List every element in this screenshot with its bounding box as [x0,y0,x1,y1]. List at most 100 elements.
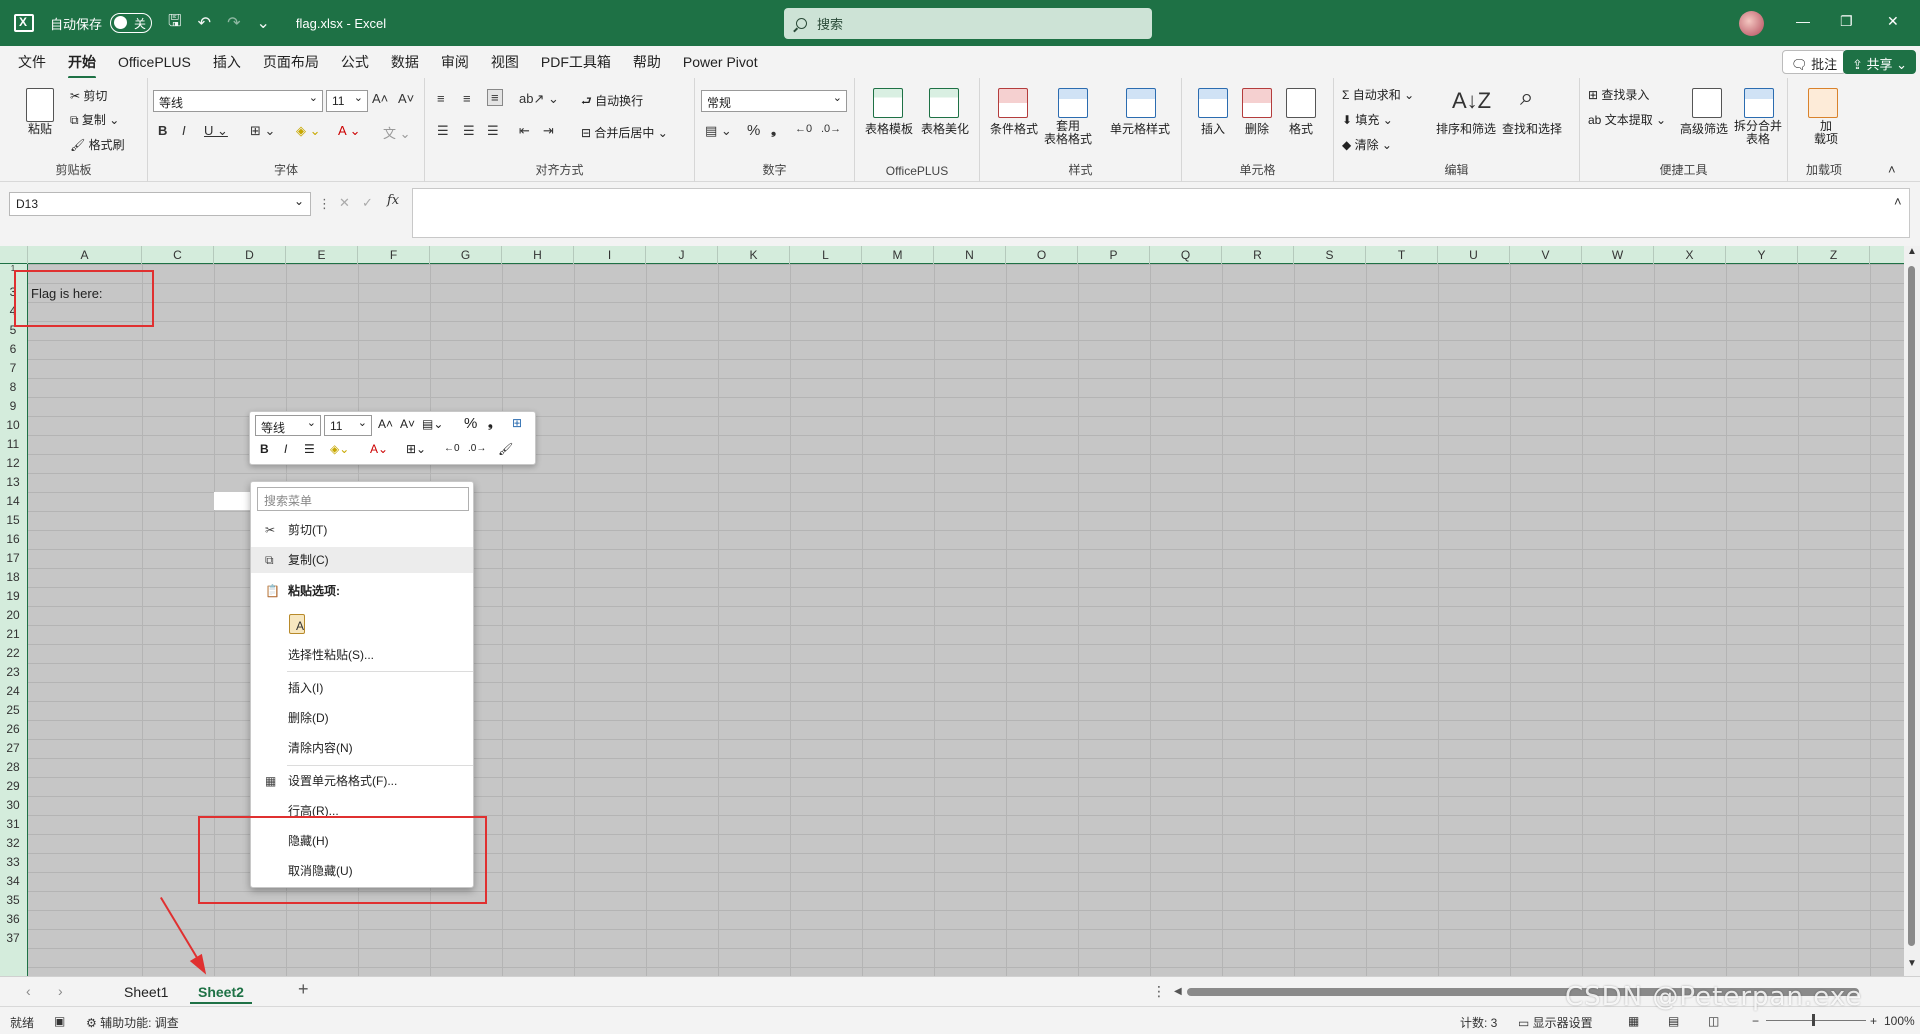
page-layout-view-icon[interactable]: ▤ [1668,1014,1679,1028]
mini-comma-icon[interactable]: ❟ [488,416,493,431]
fill-color-icon[interactable]: ◈ ⌄ [296,123,321,139]
minimize-icon[interactable]: — [1796,13,1810,29]
column-header[interactable]: C [142,246,214,264]
vertical-scroll-thumb[interactable] [1908,266,1915,946]
redo-icon[interactable]: ↷ [227,13,240,33]
row-header[interactable]: 13 [0,473,26,492]
mini-increase-decimal-icon[interactable]: ←0 [444,443,460,454]
sheet-tab-sheet1[interactable]: Sheet1 [116,982,176,1002]
column-header[interactable]: M [862,246,934,264]
active-cell[interactable] [214,492,252,510]
font-name-combo[interactable]: 等线 [153,90,323,112]
decrease-font-icon[interactable]: A˅ [398,91,414,106]
column-header[interactable]: D [214,246,286,264]
row-header[interactable]: 20 [0,606,26,625]
split-handle-icon[interactable]: ⋮ [1152,983,1166,1000]
row-header[interactable]: 15 [0,511,26,530]
table-format-button[interactable]: 套用 表格格式 [1044,120,1092,146]
row-header[interactable]: 29 [0,777,26,796]
row-header[interactable]: 16 [0,530,26,549]
undo-icon[interactable]: ↶ [198,13,211,33]
zoom-level[interactable]: 100% [1884,1014,1915,1028]
column-header[interactable]: W [1582,246,1654,264]
row-header[interactable]: 21 [0,625,26,644]
tab-power-pivot[interactable]: Power Pivot [683,54,758,70]
column-header[interactable]: S [1294,246,1366,264]
align-top-icon[interactable]: ≡ [437,91,445,106]
row-header[interactable]: 30 [0,796,26,815]
save-icon[interactable]: 🖫 [168,10,182,37]
row-header[interactable]: 12 [0,454,26,473]
zoom-slider-thumb[interactable] [1812,1014,1815,1026]
scroll-down-icon[interactable]: ▼ [1907,958,1917,969]
row-header[interactable]: 36 [0,910,26,929]
comma-icon[interactable]: ❟ [771,122,776,138]
mini-font-color-icon[interactable]: A⌄ [370,442,388,456]
delete-cells-button[interactable]: 删除 [1245,120,1269,137]
italic-icon[interactable]: I [182,123,186,138]
format-painter-button[interactable]: 🖌 格式刷 [70,136,125,153]
menu-item-clear-contents[interactable]: 清除内容(N) [251,735,473,761]
column-header[interactable]: V [1510,246,1582,264]
copy-button[interactable]: ⧉ 复制 ⌄ [70,111,119,128]
clear-button[interactable]: ◆ 清除 ⌄ [1342,136,1392,153]
row-header[interactable]: 35 [0,891,26,910]
autosum-button[interactable]: Σ 自动求和 ⌄ [1342,86,1414,103]
cut-button[interactable]: ✂ 剪切 [70,87,107,104]
mini-border-icon[interactable]: ⊞⌄ [406,442,426,456]
zoom-in-icon[interactable]: + [1870,1014,1877,1028]
mini-fill-color-icon[interactable]: ◈⌄ [330,442,349,456]
tab-help[interactable]: 帮助 [633,52,661,72]
mini-format-painter-icon[interactable]: 🖌 [498,442,513,456]
phonetic-icon[interactable]: 文 ⌄ [383,123,411,142]
share-button[interactable]: ⇪ 共享 ⌄ [1843,50,1917,74]
increase-font-icon[interactable]: A˄ [372,91,388,106]
tab-home[interactable]: 开始 [68,52,96,79]
scroll-left-icon[interactable]: ◀ [1174,986,1182,997]
row-header[interactable]: 27 [0,739,26,758]
close-icon[interactable]: ✕ [1887,13,1899,30]
column-header[interactable]: P [1078,246,1150,264]
function-icon[interactable]: fx [387,193,399,208]
mini-currency-icon[interactable]: ▤⌄ [422,417,443,431]
table-beautify-icon[interactable] [929,88,959,118]
search-box[interactable]: 搜索 [784,8,1152,39]
tab-officeplus[interactable]: OfficePLUS [118,54,191,70]
addins-button[interactable]: 加 载项 [1814,120,1838,146]
row-header[interactable]: 26 [0,720,26,739]
customize-qat-icon[interactable]: ⌄ [256,13,269,33]
tab-data[interactable]: 数据 [391,52,419,72]
column-header[interactable]: Q [1150,246,1222,264]
cancel-icon[interactable]: ✕ [339,195,350,211]
mini-align-icon[interactable]: ☰ [304,442,315,456]
row-header[interactable]: 18 [0,568,26,587]
decrease-decimal-icon[interactable]: .0→ [821,123,841,135]
advanced-filter-button[interactable]: 高级筛选 [1680,120,1728,137]
tab-file[interactable]: 文件 [18,52,46,72]
mini-decrease-decimal-icon[interactable]: .0→ [468,443,486,454]
cell-styles-icon[interactable] [1126,88,1156,118]
align-middle-icon[interactable]: ≡ [463,91,471,106]
column-header[interactable]: O [1006,246,1078,264]
tab-page-layout[interactable]: 页面布局 [263,52,319,72]
insert-cells-icon[interactable] [1198,88,1228,118]
orientation-icon[interactable]: ab↗ ⌄ [519,91,559,107]
conditional-format-button[interactable]: 条件格式 [990,120,1038,137]
align-right-icon[interactable]: ☰ [487,123,499,139]
paste-icon[interactable] [26,88,54,122]
column-header[interactable]: A [28,246,142,264]
scroll-up-icon[interactable]: ▲ [1907,246,1917,257]
currency-icon[interactable]: ▤ ⌄ [705,123,732,139]
comments-button[interactable]: 🗨 批注 [1782,50,1847,74]
row-header[interactable]: 17 [0,549,26,568]
table-beautify-button[interactable]: 表格美化 [921,120,969,137]
font-color-icon[interactable]: A ⌄ [338,123,360,139]
merge-center-button[interactable]: ⊟ 合并后居中 ⌄ [581,124,668,141]
accessibility-status[interactable]: ⚙ 辅助功能: 调查 [86,1014,179,1031]
column-header[interactable]: U [1438,246,1510,264]
delete-cells-icon[interactable] [1242,88,1272,118]
column-header[interactable]: X [1654,246,1726,264]
macro-record-icon[interactable]: ▣ [54,1014,65,1028]
increase-decimal-icon[interactable]: ←0 [795,123,812,135]
row-header[interactable]: 6 [0,340,26,359]
